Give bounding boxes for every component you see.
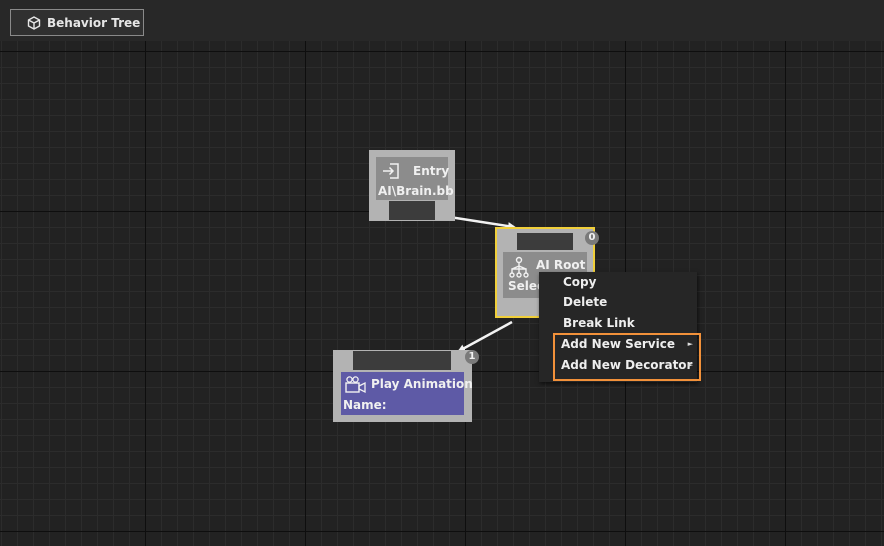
submenu-arrow-icon: ► <box>687 361 693 369</box>
context-menu: Copy Delete Break Link Add New Service ►… <box>539 272 697 382</box>
ai-root-child-count-badge: 0 <box>585 231 599 245</box>
menu-item-break-link[interactable]: Break Link <box>539 313 697 334</box>
entry-output-port[interactable] <box>389 201 435 220</box>
entry-node-body: Entry AI\Brain.bb <box>376 157 454 200</box>
menu-item-add-new-decorator-label: Add New Decorator <box>561 358 693 372</box>
play-animation-input-port[interactable] <box>353 351 451 370</box>
play-animation-node-subtitle: Name: <box>343 398 387 412</box>
menu-item-add-new-decorator[interactable]: Add New Decorator ► <box>539 355 697 376</box>
entry-node-subtitle: AI\Brain.bb <box>378 184 454 198</box>
submenu-arrow-icon: ► <box>687 340 693 348</box>
play-animation-node-title: Play Animation <box>371 377 473 391</box>
menu-item-copy-label: Copy <box>563 275 597 289</box>
ai-root-input-port[interactable] <box>517 233 573 250</box>
entry-icon <box>382 162 400 184</box>
menu-item-delete[interactable]: Delete <box>539 292 697 313</box>
link-root-to-play[interactable] <box>457 320 513 353</box>
menu-item-add-new-service-label: Add New Service <box>561 337 675 351</box>
entry-node-title: Entry <box>413 164 450 178</box>
behavior-tree-editor: Behavior Tree Entry AI\Brain.bb AI Root … <box>0 0 884 546</box>
menu-item-break-link-label: Break Link <box>563 316 635 330</box>
entry-node[interactable]: Entry AI\Brain.bb <box>369 150 455 221</box>
menu-item-add-new-service[interactable]: Add New Service ► <box>539 334 697 355</box>
menu-item-copy[interactable]: Copy <box>539 272 697 293</box>
play-animation-badge: 1 <box>465 350 479 364</box>
node-links <box>442 214 516 353</box>
play-animation-node-body: Play Animation Name: <box>341 372 473 415</box>
menu-item-delete-label: Delete <box>563 295 608 309</box>
play-animation-node[interactable]: Play Animation Name: <box>333 350 473 422</box>
camera-icon <box>345 376 367 398</box>
ai-root-node-title: AI Root <box>536 258 586 272</box>
